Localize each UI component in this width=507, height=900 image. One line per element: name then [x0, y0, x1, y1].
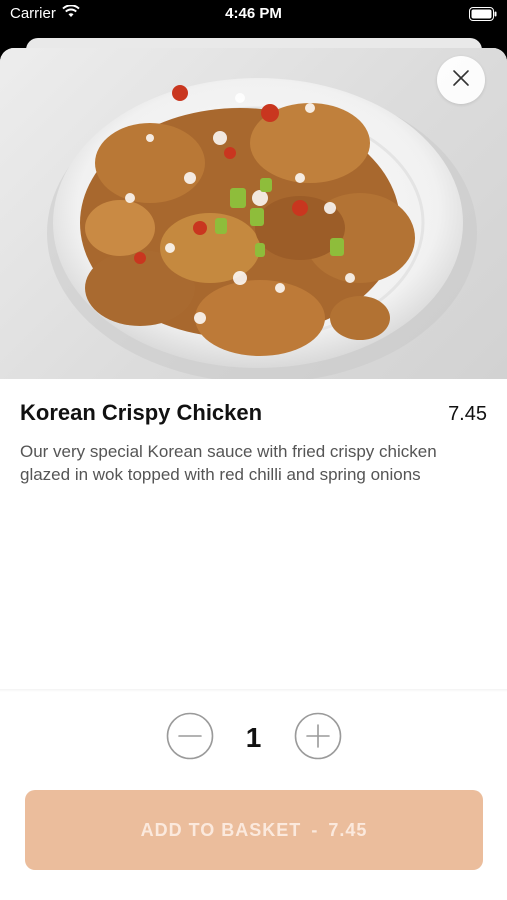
- item-title-row: Korean Crispy Chicken 7.45: [20, 400, 487, 426]
- add-to-basket-price: 7.45: [328, 819, 368, 840]
- status-bar: Carrier 4:46 PM: [0, 0, 507, 30]
- item-description: Our very special Korean sauce with fried…: [20, 442, 437, 484]
- minus-circle-icon: [166, 712, 214, 765]
- chicken-pieces: [80, 103, 415, 356]
- add-to-basket-button[interactable]: ADD TO BASKET - 7.45: [25, 790, 483, 870]
- item-detail-sheet: Korean Crispy Chicken 7.45 Our very spec…: [0, 48, 507, 900]
- quantity-stepper: 1: [0, 712, 507, 765]
- item-price: 7.45: [448, 403, 487, 425]
- add-to-basket-label: ADD TO BASKET: [140, 819, 302, 840]
- divider: [0, 689, 507, 692]
- battery-icon: [469, 7, 497, 25]
- quantity-value: 1: [245, 722, 262, 753]
- close-icon: [452, 69, 470, 92]
- add-to-basket-separator: -: [311, 819, 319, 840]
- decrement-button[interactable]: [166, 712, 214, 765]
- status-time: 4:46 PM: [225, 5, 282, 22]
- item-name: Korean Crispy Chicken: [20, 400, 263, 425]
- food-photo: [0, 48, 507, 379]
- plus-circle-icon: [294, 712, 342, 765]
- close-button[interactable]: [437, 56, 485, 104]
- increment-button[interactable]: [294, 712, 342, 765]
